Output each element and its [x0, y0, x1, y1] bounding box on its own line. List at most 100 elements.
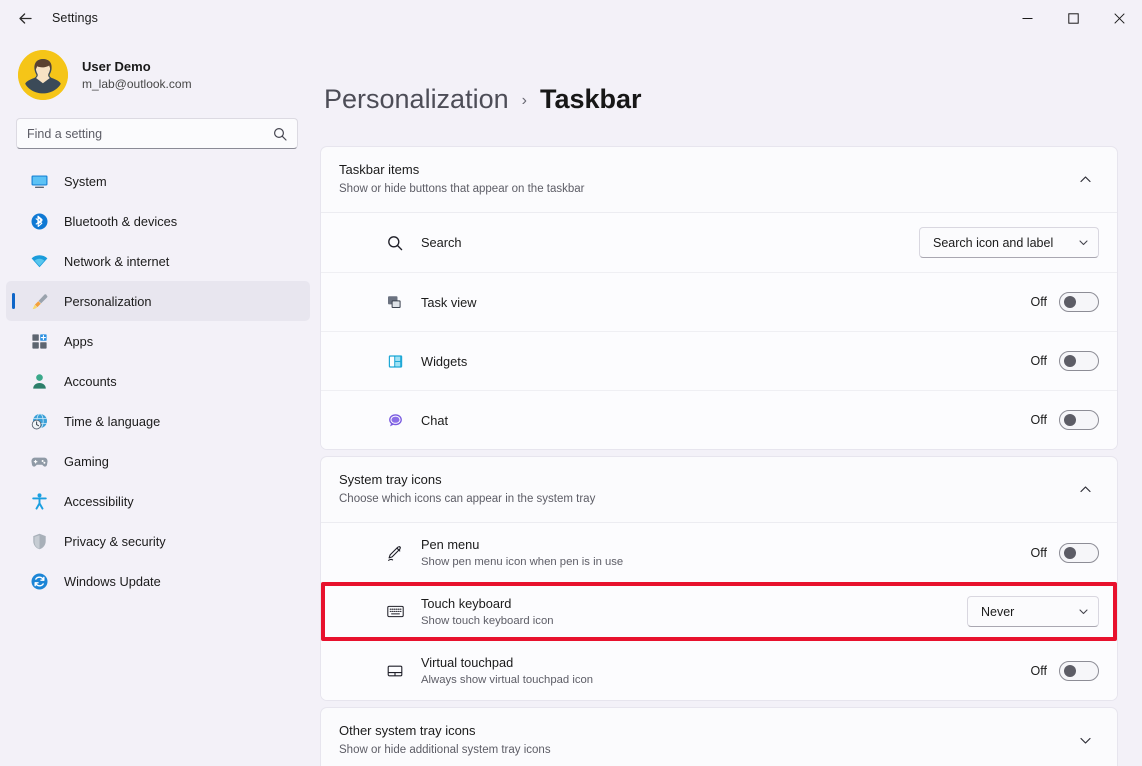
monitor-icon	[28, 170, 50, 192]
sidebar-item-accessibility[interactable]: Accessibility	[6, 481, 310, 521]
sidebar-item-time-language[interactable]: Time & language	[6, 401, 310, 441]
account-block[interactable]: User Demo m_lab@outlook.com	[0, 36, 320, 110]
task-view-toggle[interactable]	[1059, 292, 1099, 312]
row-touch-keyboard[interactable]: Touch keyboard Show touch keyboard icon …	[321, 582, 1117, 641]
row-chat[interactable]: Chat Off	[321, 390, 1117, 449]
gamepad-icon	[28, 450, 50, 472]
row-title: Task view	[421, 294, 477, 310]
toggle-state-label: Off	[1030, 295, 1047, 309]
sidebar-item-label: Gaming	[64, 453, 109, 469]
section-title: Other system tray icons	[339, 723, 476, 738]
bluetooth-icon	[28, 210, 50, 232]
section-header-taskbar-items[interactable]: Taskbar items Show or hide buttons that …	[321, 147, 1117, 212]
highlighted-row-wrapper: Touch keyboard Show touch keyboard icon …	[321, 582, 1117, 641]
sidebar-item-bluetooth-devices[interactable]: Bluetooth & devices	[6, 201, 310, 241]
sidebar-item-label: Privacy & security	[64, 533, 166, 549]
title-bar: Settings	[0, 0, 1142, 36]
dropdown-value: Never	[981, 604, 1015, 619]
breadcrumb-parent[interactable]: Personalization	[324, 84, 509, 115]
sidebar-item-label: System	[64, 173, 107, 189]
chevron-up-icon[interactable]	[1071, 476, 1099, 504]
content-pane: Personalization › Taskbar Taskbar items …	[320, 36, 1142, 766]
sidebar-item-apps[interactable]: Apps	[6, 321, 310, 361]
account-email: m_lab@outlook.com	[82, 76, 192, 91]
touchpad-icon	[383, 659, 407, 683]
toggle-state-label: Off	[1030, 545, 1047, 560]
row-widgets[interactable]: Widgets Off	[321, 331, 1117, 390]
sidebar: User Demo m_lab@outlook.com Find a setti…	[0, 36, 320, 766]
dropdown-value: Search icon and label	[933, 235, 1054, 250]
chevron-down-icon	[1078, 606, 1089, 617]
sidebar-item-label: Accessibility	[64, 493, 134, 509]
search-mode-dropdown[interactable]: Search icon and label	[919, 227, 1099, 258]
sidebar-item-label: Time & language	[64, 413, 161, 429]
row-task-view[interactable]: Task view Off	[321, 272, 1117, 331]
breadcrumb-separator-icon: ›	[521, 92, 527, 109]
card-system-tray-icons: System tray icons Choose which icons can…	[320, 456, 1118, 701]
touch-keyboard-dropdown[interactable]: Never	[967, 596, 1099, 627]
sidebar-item-gaming[interactable]: Gaming	[6, 441, 310, 481]
task-view-icon	[383, 290, 407, 314]
sidebar-item-label: Windows Update	[64, 573, 161, 589]
avatar	[18, 50, 68, 100]
sidebar-item-personalization[interactable]: Personalization	[6, 281, 310, 321]
sidebar-item-privacy-security[interactable]: Privacy & security	[6, 521, 310, 561]
section-title: Taskbar items	[339, 162, 420, 177]
update-icon	[28, 570, 50, 592]
person-icon	[28, 370, 50, 392]
pen-menu-toggle[interactable]	[1059, 542, 1099, 563]
shield-icon	[28, 530, 50, 552]
section-subtitle: Choose which icons can appear in the sys…	[339, 493, 596, 505]
row-virtual-touchpad[interactable]: Virtual touchpad Always show virtual tou…	[321, 641, 1117, 700]
accessibility-icon	[28, 490, 50, 512]
sidebar-item-windows-update[interactable]: Windows Update	[6, 561, 310, 601]
sidebar-nav: System Bluetooth & devices Network & int…	[0, 159, 320, 601]
sidebar-item-network-internet[interactable]: Network & internet	[6, 241, 310, 281]
section-header-other-system-tray-icons[interactable]: Other system tray icons Show or hide add…	[321, 708, 1117, 766]
chevron-down-icon	[1078, 237, 1089, 248]
row-title: Chat	[421, 412, 449, 428]
pen-icon	[383, 541, 407, 565]
row-subtitle: Show touch keyboard icon	[421, 614, 554, 627]
virtual-touchpad-toggle[interactable]	[1059, 660, 1099, 681]
window-controls	[1004, 0, 1142, 36]
row-pen-menu[interactable]: Pen menu Show pen menu icon when pen is …	[321, 523, 1117, 582]
page-title: Taskbar	[539, 84, 642, 114]
sidebar-item-label: Accounts	[64, 373, 117, 389]
search-icon	[273, 127, 287, 141]
section-title: System tray icons	[339, 472, 442, 487]
row-title: Touch keyboard	[421, 595, 512, 611]
chevron-down-icon[interactable]	[1071, 727, 1099, 755]
paintbrush-icon	[28, 290, 50, 312]
row-title: Search	[421, 235, 462, 250]
chevron-up-icon[interactable]	[1071, 166, 1099, 194]
row-search[interactable]: Search Search icon and label	[321, 213, 1117, 272]
widgets-icon	[383, 349, 407, 373]
search-wrapper	[0, 110, 320, 159]
row-title: Virtual touchpad	[421, 654, 514, 670]
section-header-system-tray-icons[interactable]: System tray icons Choose which icons can…	[321, 457, 1117, 522]
sidebar-item-accounts[interactable]: Accounts	[6, 361, 310, 401]
section-subtitle: Show or hide additional system tray icon…	[339, 744, 551, 756]
search-input[interactable]	[27, 126, 273, 141]
toggle-state-label: Off	[1030, 413, 1047, 427]
maximize-button[interactable]	[1050, 0, 1096, 36]
window-title: Settings	[52, 11, 98, 25]
chat-toggle[interactable]	[1059, 410, 1099, 430]
minimize-button[interactable]	[1004, 0, 1050, 36]
back-button[interactable]	[8, 3, 42, 33]
find-a-setting-box[interactable]	[16, 118, 298, 149]
account-name: User Demo	[82, 58, 151, 74]
sidebar-item-system[interactable]: System	[6, 161, 310, 201]
chat-icon	[383, 408, 407, 432]
close-button[interactable]	[1096, 0, 1142, 36]
search-icon	[383, 231, 407, 255]
settings-window: Settings User Demo m_lab@outlook.com Fin…	[0, 0, 1142, 766]
settings-scroll-area[interactable]: Taskbar items Show or hide buttons that …	[320, 146, 1142, 766]
sidebar-item-label: Bluetooth & devices	[64, 213, 178, 229]
card-other-system-tray-icons: Other system tray icons Show or hide add…	[320, 707, 1118, 766]
apps-icon	[28, 330, 50, 352]
breadcrumb: Personalization › Taskbar	[320, 36, 1142, 135]
widgets-toggle[interactable]	[1059, 351, 1099, 371]
card-taskbar-items: Taskbar items Show or hide buttons that …	[320, 146, 1118, 450]
